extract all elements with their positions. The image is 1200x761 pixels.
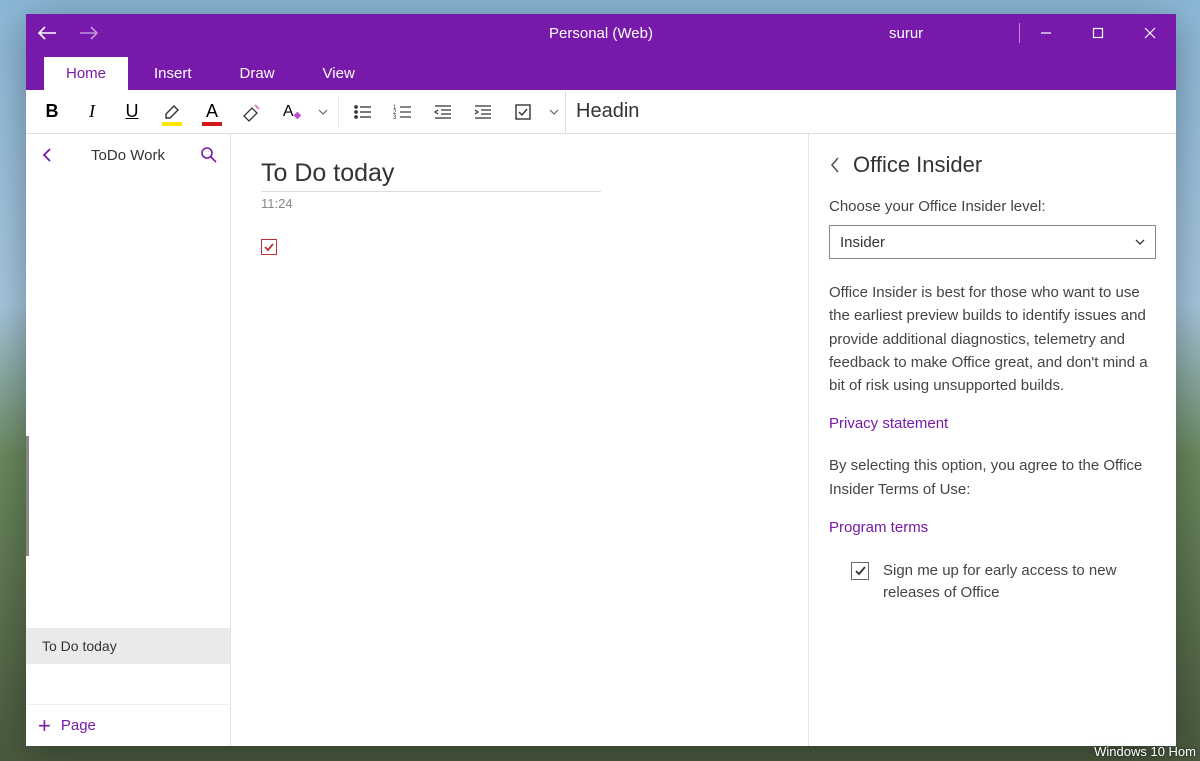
- plus-icon: +: [38, 713, 51, 739]
- outdent-button[interactable]: [423, 92, 463, 132]
- add-page-button[interactable]: + Page: [26, 704, 230, 746]
- note-title[interactable]: To Do today: [261, 156, 601, 192]
- minimize-button[interactable]: [1020, 14, 1072, 52]
- style-selector[interactable]: Headin: [565, 91, 645, 133]
- window-controls: [1019, 14, 1176, 52]
- italic-button[interactable]: I: [72, 92, 112, 132]
- svg-text:3: 3: [393, 115, 397, 120]
- sidebar-header: ToDo Work: [26, 134, 230, 176]
- privacy-link[interactable]: Privacy statement: [829, 415, 1156, 432]
- todo-tag-button[interactable]: [503, 92, 543, 132]
- maximize-button[interactable]: [1072, 14, 1124, 52]
- agree-text: By selecting this option, you agree to t…: [829, 454, 1156, 501]
- add-page-label: Page: [61, 717, 96, 734]
- numbering-button[interactable]: 123: [383, 92, 423, 132]
- office-insider-panel: Office Insider Choose your Office Inside…: [808, 134, 1176, 746]
- content-area: ToDo Work To Do today + Page To Do today…: [26, 134, 1176, 746]
- back-button[interactable]: [26, 14, 68, 52]
- page-item[interactable]: To Do today: [26, 628, 230, 664]
- insider-level-label: Choose your Office Insider level:: [829, 198, 1156, 215]
- bullets-button[interactable]: [343, 92, 383, 132]
- page-sidebar: ToDo Work To Do today + Page: [26, 134, 231, 746]
- sidebar-back-button[interactable]: [32, 147, 62, 163]
- underline-button[interactable]: U: [112, 92, 152, 132]
- font-style-button[interactable]: A◆: [272, 92, 312, 132]
- highlight-button[interactable]: [152, 92, 192, 132]
- program-terms-link[interactable]: Program terms: [829, 519, 1156, 536]
- forward-button[interactable]: [68, 14, 110, 52]
- clear-formatting-button[interactable]: [232, 92, 272, 132]
- todo-checkbox[interactable]: [261, 239, 277, 255]
- tab-draw[interactable]: Draw: [218, 57, 297, 90]
- panel-title: Office Insider: [853, 152, 982, 178]
- scrollbar-thumb[interactable]: [26, 436, 29, 556]
- signup-label: Sign me up for early access to new relea…: [883, 560, 1156, 605]
- ribbon: B I U A A◆ 123: [26, 90, 1176, 134]
- note-body[interactable]: [261, 239, 778, 258]
- chevron-down-icon: [1135, 239, 1145, 245]
- signup-checkbox[interactable]: [851, 562, 869, 580]
- indent-button[interactable]: [463, 92, 503, 132]
- titlebar: Personal (Web) surur: [26, 14, 1176, 52]
- font-more-button[interactable]: [312, 109, 334, 115]
- separator: [338, 97, 339, 127]
- desktop-watermark: Windows 10 Hom: [1094, 744, 1196, 759]
- app-window: Personal (Web) surur Home Insert Draw Vi…: [26, 14, 1176, 746]
- user-name[interactable]: surur: [889, 25, 1019, 42]
- panel-back-button[interactable]: [829, 156, 841, 174]
- window-title: Personal (Web): [549, 25, 653, 42]
- insider-description: Office Insider is best for those who wan…: [829, 281, 1156, 397]
- close-button[interactable]: [1124, 14, 1176, 52]
- tab-view[interactable]: View: [301, 57, 377, 90]
- search-button[interactable]: [194, 146, 224, 164]
- page-list: To Do today: [26, 176, 230, 704]
- font-color-button[interactable]: A: [192, 92, 232, 132]
- insider-level-select[interactable]: Insider: [829, 225, 1156, 259]
- note-editor[interactable]: To Do today 11:24: [231, 134, 808, 746]
- tab-insert[interactable]: Insert: [132, 57, 214, 90]
- paragraph-more-button[interactable]: [543, 109, 565, 115]
- section-title[interactable]: ToDo Work: [62, 147, 194, 164]
- note-timestamp: 11:24: [261, 196, 778, 211]
- bold-button[interactable]: B: [32, 92, 72, 132]
- tab-home[interactable]: Home: [44, 57, 128, 90]
- select-value: Insider: [840, 234, 885, 251]
- ribbon-tabs: Home Insert Draw View: [26, 52, 1176, 90]
